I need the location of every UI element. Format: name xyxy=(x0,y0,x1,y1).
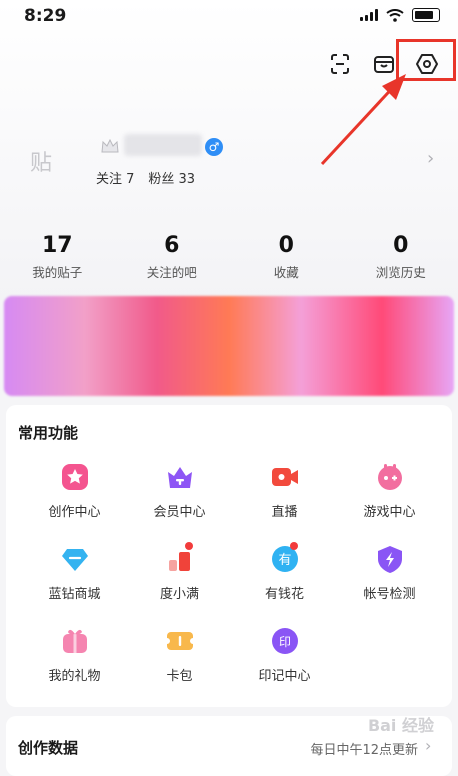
gift-icon xyxy=(60,626,90,656)
function-label: 卡包 xyxy=(166,665,192,684)
battery-icon xyxy=(412,8,440,22)
stat-value: 6 xyxy=(115,233,230,258)
function-label: 蓝钻商城 xyxy=(48,583,100,602)
level-crown-icon xyxy=(100,137,120,155)
stat-value: 17 xyxy=(0,233,115,258)
gamepad-icon xyxy=(375,462,405,492)
stat-favorites[interactable]: 0 收藏 xyxy=(229,233,344,281)
follow-counts[interactable]: 关注 7 粉丝 33 xyxy=(96,168,195,187)
svg-text:有: 有 xyxy=(278,553,291,568)
promo-banner[interactable] xyxy=(4,296,454,396)
function-blue-diamond-mall[interactable]: 蓝钻商城 xyxy=(22,544,127,602)
chevron-right-icon[interactable]: › xyxy=(427,148,434,169)
function-du-xiaoman[interactable]: 度小满 xyxy=(127,544,232,602)
function-label: 会员中心 xyxy=(153,501,205,520)
notification-dot xyxy=(290,542,298,550)
function-creation-center[interactable]: 创作中心 xyxy=(22,462,127,520)
function-label: 创作中心 xyxy=(48,501,100,520)
follow-count[interactable]: 关注 7 xyxy=(96,168,134,187)
stat-label: 我的贴子 xyxy=(0,262,115,281)
function-game-center[interactable]: 游戏中心 xyxy=(337,462,442,520)
stat-my-posts[interactable]: 17 我的贴子 xyxy=(0,233,115,281)
stat-value: 0 xyxy=(344,233,458,258)
function-label: 印记中心 xyxy=(258,665,310,684)
notification-dot xyxy=(185,542,193,550)
username-blurred[interactable] xyxy=(124,134,202,156)
fans-count[interactable]: 粉丝 33 xyxy=(148,168,195,187)
common-functions-title: 常用功能 xyxy=(18,422,78,443)
shield-icon xyxy=(375,544,405,574)
function-my-gifts[interactable]: 我的礼物 xyxy=(22,626,127,684)
male-gender-icon: ♂ xyxy=(205,138,223,156)
creation-data-update-note: 每日中午12点更新 xyxy=(310,739,418,758)
function-youqianhua[interactable]: 有 有钱花 xyxy=(232,544,337,602)
stat-label: 浏览历史 xyxy=(344,262,458,281)
status-time: 8:29 xyxy=(24,6,66,26)
avatar[interactable]: 贴 xyxy=(30,145,52,177)
function-label: 我的礼物 xyxy=(48,665,100,684)
crown-icon xyxy=(165,462,195,492)
function-member-center[interactable]: 会员中心 xyxy=(127,462,232,520)
diamond-icon xyxy=(60,544,90,574)
function-label: 有钱花 xyxy=(265,583,304,602)
watermark: Bai 经验 xyxy=(368,712,434,736)
svg-text:印: 印 xyxy=(278,635,290,649)
function-account-check[interactable]: 帐号检测 xyxy=(337,544,442,602)
function-grid: 创作中心 会员中心 直播 游戏中心 蓝钻商城 度小满 有 有钱花 帐号检测 我的… xyxy=(22,462,442,684)
function-seal-center[interactable]: 印 印记中心 xyxy=(232,626,337,684)
stat-history[interactable]: 0 浏览历史 xyxy=(344,233,458,281)
annotation-arrow xyxy=(300,60,410,170)
creation-data-title: 创作数据 xyxy=(18,737,78,758)
star-icon xyxy=(60,462,90,492)
function-label: 直播 xyxy=(271,501,297,520)
function-live[interactable]: 直播 xyxy=(232,462,337,520)
function-card-wallet[interactable]: 卡包 xyxy=(127,626,232,684)
stat-followed-bars[interactable]: 6 关注的吧 xyxy=(115,233,230,281)
seal-icon: 印 xyxy=(270,626,300,656)
stats-row: 17 我的贴子 6 关注的吧 0 收藏 0 浏览历史 xyxy=(0,233,458,281)
video-icon xyxy=(270,462,300,492)
chevron-right-icon[interactable]: › xyxy=(425,736,431,755)
ticket-icon xyxy=(165,626,195,656)
stat-value: 0 xyxy=(229,233,344,258)
function-label: 度小满 xyxy=(160,583,199,602)
function-label: 帐号检测 xyxy=(363,583,415,602)
wifi-icon xyxy=(386,9,404,22)
status-indicators xyxy=(360,8,440,22)
function-label: 游戏中心 xyxy=(363,501,415,520)
signal-icon xyxy=(360,9,378,21)
stat-label: 收藏 xyxy=(229,262,344,281)
stat-label: 关注的吧 xyxy=(115,262,230,281)
